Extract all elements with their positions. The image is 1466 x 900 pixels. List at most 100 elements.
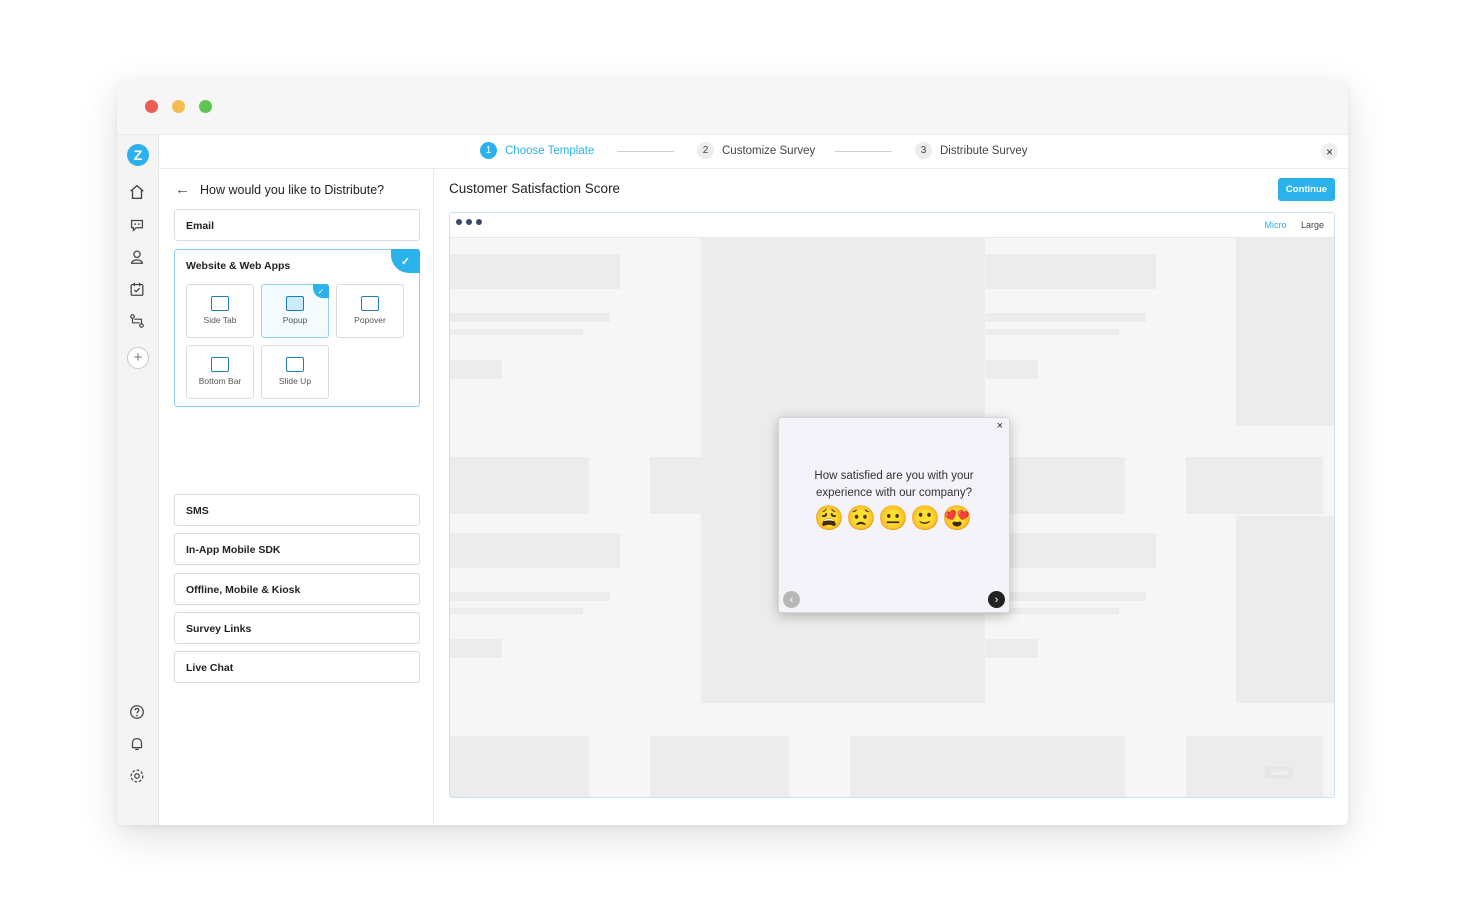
user-icon[interactable] xyxy=(127,247,147,267)
size-toggle: Micro Large xyxy=(1264,220,1324,230)
tile-label: Side Tab xyxy=(203,315,237,325)
step-number: 2 xyxy=(697,142,714,159)
option-label: Website & Web Apps xyxy=(186,260,291,272)
placeholder-block xyxy=(650,736,789,797)
size-large-option[interactable]: Large xyxy=(1301,220,1324,230)
step-choose-template[interactable]: 1 Choose Template xyxy=(480,142,594,159)
tile-label: Popover xyxy=(354,315,386,325)
tile-label: Bottom Bar xyxy=(198,376,242,386)
placeholder-block xyxy=(986,533,1156,568)
size-micro-option[interactable]: Micro xyxy=(1264,220,1286,230)
option-website[interactable]: Website & Web Apps ✓ Side Tab Popup ✓ Po… xyxy=(174,249,420,407)
window-minimize-dot[interactable] xyxy=(172,100,185,113)
placeholder-block xyxy=(1186,457,1323,514)
app-logo[interactable]: Z xyxy=(127,144,149,166)
tile-popup[interactable]: Popup ✓ xyxy=(261,284,329,338)
popover-icon xyxy=(361,296,379,311)
survey-popup: × How satisfied are you with your experi… xyxy=(778,417,1010,613)
emoji-satisfied-icon[interactable]: 🙂 xyxy=(910,505,940,533)
placeholder-line xyxy=(986,329,1119,335)
placeholder-block xyxy=(450,639,502,658)
option-live-chat[interactable]: Live Chat xyxy=(174,651,420,683)
step-connector xyxy=(617,151,674,152)
placeholder-block xyxy=(986,736,1125,797)
home-icon[interactable] xyxy=(127,182,147,202)
emoji-very-satisfied-icon[interactable]: 😍 xyxy=(942,505,972,533)
step-label: Customize Survey xyxy=(722,144,816,157)
step-number: 3 xyxy=(915,142,932,159)
bottom-bar-icon xyxy=(211,357,229,372)
option-sms[interactable]: SMS xyxy=(174,494,420,526)
left-nav-rail: Z + xyxy=(117,135,159,825)
survey-question: How satisfied are you with your experien… xyxy=(814,470,974,499)
tile-side-tab[interactable]: Side Tab xyxy=(186,284,254,338)
more-icon xyxy=(456,219,482,225)
placeholder-block xyxy=(986,360,1038,379)
placeholder-block xyxy=(450,457,589,514)
placeholder-block xyxy=(1236,516,1334,703)
option-offline-kiosk[interactable]: Offline, Mobile & Kiosk xyxy=(174,573,420,605)
tile-popover[interactable]: Popover xyxy=(336,284,404,338)
placeholder-line xyxy=(450,592,610,601)
tile-slide-up[interactable]: Slide Up xyxy=(261,345,329,399)
tile-label: Slide Up xyxy=(278,376,312,386)
option-label: Email xyxy=(186,220,215,232)
window-zoom-dot[interactable] xyxy=(199,100,212,113)
panel-heading: How would you like to Distribute? xyxy=(200,182,385,197)
page-title: Customer Satisfaction Score xyxy=(449,181,621,196)
chevron-right-icon[interactable]: › xyxy=(988,591,1005,608)
help-icon[interactable] xyxy=(127,702,147,722)
bell-icon[interactable] xyxy=(127,734,147,754)
calendar-check-icon[interactable] xyxy=(127,279,147,299)
add-button[interactable]: + xyxy=(127,347,149,369)
website-preview: Micro Large Save × How satisfied are you… xyxy=(449,212,1335,798)
close-icon[interactable]: × xyxy=(997,420,1003,432)
placeholder-block xyxy=(850,736,986,797)
side-tab-icon xyxy=(211,296,229,311)
continue-button[interactable]: Continue xyxy=(1278,178,1335,201)
emoji-rating: 😩 😟 😐 🙂 😍 xyxy=(814,505,972,533)
emoji-dissatisfied-icon[interactable]: 😟 xyxy=(846,505,876,533)
option-survey-links[interactable]: Survey Links xyxy=(174,612,420,644)
slide-up-icon xyxy=(286,357,304,372)
workflow-icon[interactable] xyxy=(127,311,147,331)
placeholder-line xyxy=(986,592,1146,601)
placeholder-block xyxy=(450,360,502,379)
back-arrow-icon[interactable]: ← xyxy=(175,181,190,198)
title-bar xyxy=(117,80,1348,135)
panel-header: ← How would you like to Distribute? xyxy=(175,181,384,198)
preview-area: Customer Satisfaction Score Continue Mic… xyxy=(434,169,1348,825)
placeholder-block xyxy=(450,533,620,568)
chevron-left-icon[interactable]: ‹ xyxy=(783,591,800,608)
tile-label: Popup xyxy=(282,315,308,325)
option-label: Offline, Mobile & Kiosk xyxy=(186,584,301,596)
placeholder-line xyxy=(450,313,610,322)
chat-bot-icon[interactable] xyxy=(127,215,147,235)
emoji-neutral-icon[interactable]: 😐 xyxy=(878,505,908,533)
app-window: Z + 1 Choose Template 2 Customize Survey… xyxy=(117,80,1348,825)
emoji-very-dissatisfied-icon[interactable]: 😩 xyxy=(814,505,844,533)
option-label: Survey Links xyxy=(186,623,252,635)
check-icon: ✓ xyxy=(313,284,329,298)
placeholder-block xyxy=(1236,238,1334,426)
step-connector xyxy=(835,151,892,152)
option-in-app-sdk[interactable]: In-App Mobile SDK xyxy=(174,533,420,565)
step-customize-survey[interactable]: 2 Customize Survey xyxy=(697,142,815,159)
placeholder-block xyxy=(450,736,589,797)
step-distribute-survey[interactable]: 3 Distribute Survey xyxy=(915,142,1028,159)
close-icon[interactable]: × xyxy=(1321,143,1338,160)
placeholder-line xyxy=(450,608,583,614)
option-label: In-App Mobile SDK xyxy=(186,544,281,556)
step-label: Choose Template xyxy=(505,144,595,157)
placeholder-block xyxy=(1186,736,1323,797)
step-label: Distribute Survey xyxy=(940,144,1028,157)
check-icon: ✓ xyxy=(391,249,420,273)
option-email[interactable]: Email xyxy=(174,209,420,241)
window-close-dot[interactable] xyxy=(145,100,158,113)
placeholder-block xyxy=(450,254,620,289)
ghost-save-button: Save xyxy=(1265,767,1293,779)
preview-toolbar: Micro Large xyxy=(450,213,1334,238)
placeholder-line xyxy=(450,329,583,335)
tile-bottom-bar[interactable]: Bottom Bar xyxy=(186,345,254,399)
settings-icon[interactable] xyxy=(127,766,147,786)
